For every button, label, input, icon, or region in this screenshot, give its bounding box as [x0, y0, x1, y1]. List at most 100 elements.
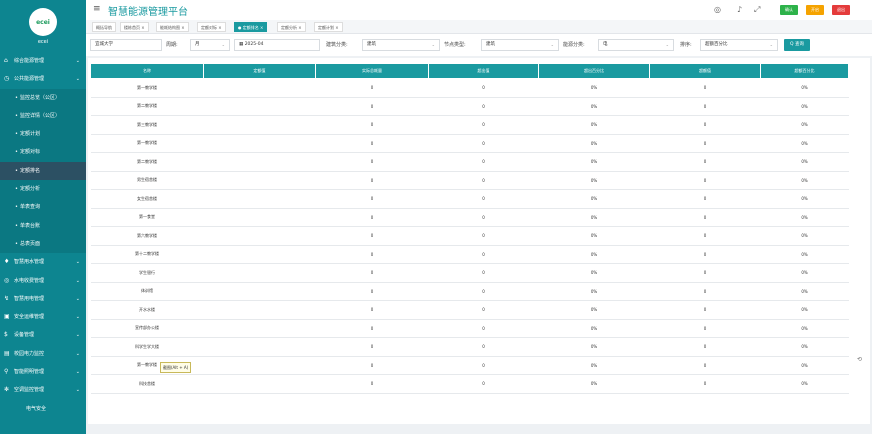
table-cell: 0: [315, 189, 429, 209]
table-row[interactable]: 第一教学楼 0 0 0% 0 0%: [90, 134, 849, 153]
tab-quota-ranking[interactable]: ● 定额排名 ×: [234, 22, 268, 32]
table-cell: 0: [428, 300, 539, 320]
column-header[interactable]: 定额值: [203, 63, 316, 79]
tab-quota-analysis[interactable]: 定额分析 ×: [277, 22, 306, 32]
table-cell: 科技舍楼: [90, 374, 204, 394]
sidebar-item-8[interactable]: • 单表查询: [0, 198, 86, 217]
sidebar-item-1[interactable]: ◷ 公共能源管理 ⌄: [0, 70, 86, 88]
speaker-icon[interactable]: ♪: [737, 5, 742, 14]
table-row[interactable]: 体训馆 0 0 0% 0 0%: [90, 282, 849, 301]
table-row[interactable]: 第一教学楼 0 0 0% 0 0%: [90, 356, 849, 375]
table-row[interactable]: 第三教学楼 0 0 0% 0 0%: [90, 115, 849, 135]
sidebar-item-19[interactable]: 电气安全: [0, 400, 86, 418]
sidebar-item-5[interactable]: • 定额对标: [0, 143, 86, 162]
period-select[interactable]: 月 ⌄: [190, 39, 230, 51]
bullet-icon: •: [15, 240, 18, 247]
sort-select[interactable]: 超额百分比 ⌄: [700, 39, 778, 51]
table-cell: [203, 171, 316, 190]
table-row[interactable]: 第六教学楼 0 0 0% 0 0%: [90, 226, 849, 246]
table-cell: 0%: [538, 208, 650, 227]
sidebar-item-11[interactable]: ♦ 智慧用水管理 ⌄: [0, 253, 86, 271]
column-header[interactable]: 实际总耗量: [315, 63, 429, 79]
query-button[interactable]: Q 查询: [784, 39, 810, 51]
page-title: 智慧能源管理平台: [108, 7, 188, 18]
fullscreen-icon[interactable]: ⤢: [754, 5, 760, 15]
column-header[interactable]: 超额值: [649, 63, 761, 79]
sidebar-item-13[interactable]: ↯ 智慧用电管理 ⌄: [0, 290, 86, 308]
logo: ecei: [29, 8, 57, 36]
bullet-icon: •: [15, 112, 18, 119]
open-button[interactable]: 开启: [806, 5, 824, 15]
sidebar-item-15[interactable]: $ 设备管理 ⌄: [0, 326, 86, 344]
table-cell: 0%: [760, 134, 849, 153]
sidebar-item-18[interactable]: ✻ 空调监控管理 ⌄: [0, 381, 86, 399]
table-row[interactable]: 第二教学楼 0 0 0% 0 0%: [90, 97, 849, 116]
table-cell: 0: [649, 282, 761, 301]
table-row[interactable]: 学生银行 0 0 0% 0 0%: [90, 263, 849, 283]
table-cell: 0%: [538, 189, 650, 209]
table-row[interactable]: 第十二教学楼 0 0 0% 0 0%: [90, 245, 849, 264]
table-cell: 女生宿舍楼: [90, 189, 204, 209]
table-cell: 0: [649, 115, 761, 135]
table-row[interactable]: 科学生学大楼 0 0 0% 0 0%: [90, 337, 849, 357]
menu-toggle-icon[interactable]: ≡: [93, 4, 101, 14]
table-cell: 0: [649, 356, 761, 375]
table-cell: 0%: [760, 152, 849, 172]
sidebar-item-16[interactable]: ▤ 校园电力监控 ⌄: [0, 345, 86, 363]
sidebar-nav: ⌂ 综合能源管理 ⌄ ◷ 公共能源管理 ⌄ • 监控总览（公区） • 监控详情（公区） • 定额计划 •…: [0, 52, 86, 418]
tab-nav[interactable]: 概括导航: [92, 22, 116, 32]
sidebar-item-9[interactable]: • 单表台账: [0, 216, 86, 235]
table-cell: 0: [649, 134, 761, 153]
sidebar-item-12[interactable]: ◎ 水电收费管理 ⌄: [0, 272, 86, 290]
table-row[interactable]: 科技舍楼 0 0 0% 0 0%: [90, 374, 849, 394]
sidebar-item-0[interactable]: ⌂ 综合能源管理 ⌄: [0, 52, 86, 70]
column-header[interactable]: 名称: [90, 63, 204, 79]
sidebar-item-2[interactable]: • 监控总览（公区）: [0, 88, 86, 107]
table-row[interactable]: 宣传部办公楼 0 0 0% 0 0%: [90, 319, 849, 338]
globe-icon[interactable]: ◎: [714, 5, 721, 14]
sidebar-item-10[interactable]: • 总表页面: [0, 234, 86, 254]
column-header[interactable]: 超额百分比: [760, 63, 849, 79]
table-cell: 0%: [538, 115, 650, 135]
sidebar-item-7[interactable]: • 定额分析: [0, 180, 86, 199]
column-header[interactable]: 超出百分比: [538, 63, 650, 79]
column-header[interactable]: 超出值: [428, 63, 539, 79]
confirm-button[interactable]: 确认: [780, 5, 798, 15]
refresh-icon[interactable]: ⟲: [857, 356, 862, 363]
table-cell: 0: [315, 78, 429, 98]
tab-quota-plan[interactable]: 定额计划 ×: [314, 22, 343, 32]
table-cell: 0%: [760, 263, 849, 283]
campus-select[interactable]: 宜城大学: [90, 39, 162, 51]
tab-quota-benchmark[interactable]: 定额对标 ×: [197, 22, 226, 32]
table-row[interactable]: 男生宿舍楼 0 0 0% 0 0%: [90, 171, 849, 190]
sidebar-item-3[interactable]: • 监控详情（公区）: [0, 106, 86, 126]
date-picker[interactable]: ▦ 2025-04: [234, 39, 320, 51]
table-row[interactable]: 第一食堂 0 0 0% 0 0%: [90, 208, 849, 227]
chevron-down-icon: ⌄: [75, 350, 80, 357]
node-type-select[interactable]: 建筑 ⌄: [481, 39, 559, 51]
tab-energy-structure[interactable]: 能耗结构图 ×: [156, 22, 189, 32]
chevron-down-icon: ⌄: [665, 42, 669, 47]
sidebar-item-label: 单表查询: [20, 204, 41, 211]
logout-button[interactable]: 退出: [832, 5, 850, 15]
energy-category-select[interactable]: 电 ⌄: [598, 39, 674, 51]
building-category-select[interactable]: 建筑 ⌄: [362, 39, 440, 51]
table-cell: [203, 356, 316, 375]
chevron-down-icon: ⌄: [75, 295, 80, 302]
table-row[interactable]: 开水水楼 0 0 0% 0 0%: [90, 300, 849, 320]
building-category-label: 建筑分类:: [326, 42, 348, 48]
sidebar-item-label: 定额排名: [20, 167, 41, 174]
sidebar-item-6[interactable]: • 定额排名: [0, 161, 86, 181]
table-row[interactable]: 第一教学楼 0 0 0% 0 0%: [90, 78, 849, 98]
tab-building-home[interactable]: 楼栋首页 ×: [120, 22, 149, 32]
ranking-table: 名称 定额值 实际总耗量 超出值 超出百分比 超额值 超额百分比 第一教学楼 0 0 0% 0 0% 第…: [90, 63, 849, 394]
table-row[interactable]: 女生宿舍楼 0 0 0% 0 0%: [90, 189, 849, 209]
table-cell: 学生银行: [90, 263, 204, 283]
user-name: ecei: [37, 39, 49, 45]
sidebar-item-4[interactable]: • 定额计划: [0, 125, 86, 144]
table-cell: 0%: [760, 356, 849, 375]
sort-value: 超额百分比: [705, 42, 728, 47]
sidebar-item-17[interactable]: ⚲ 智能照明管理 ⌄: [0, 363, 86, 381]
sidebar-item-14[interactable]: ▣ 安全运维管理 ⌄: [0, 308, 86, 326]
table-row[interactable]: 第二教学楼 0 0 0% 0 0%: [90, 152, 849, 172]
